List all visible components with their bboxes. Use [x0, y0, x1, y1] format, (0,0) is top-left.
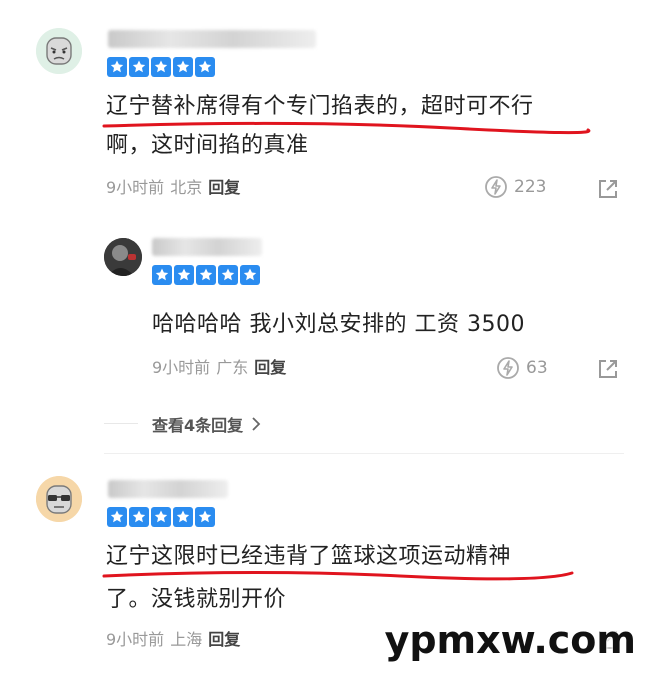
- location: 上海: [170, 630, 203, 649]
- section-divider: [104, 453, 624, 454]
- share-arrow-icon[interactable]: [596, 357, 620, 381]
- comment-text-line-2: 了。没钱就别开价: [106, 587, 287, 612]
- star-icon: [152, 265, 172, 285]
- username-blurred[interactable]: [152, 238, 262, 256]
- view-replies-button[interactable]: 查看4条回复: [152, 412, 263, 436]
- comment-meta: 9小时前 广东 回复: [152, 358, 286, 378]
- like-button[interactable]: 223: [484, 175, 546, 199]
- like-button[interactable]: 63: [496, 356, 548, 380]
- star-icon: [240, 265, 260, 285]
- comment-meta: 9小时前 上海 回复: [106, 630, 240, 650]
- location: 广东: [216, 358, 249, 377]
- rating-stars: [107, 57, 215, 77]
- star-icon: [129, 57, 149, 77]
- star-icon: [107, 507, 127, 527]
- username-blurred[interactable]: [108, 30, 316, 48]
- avatar[interactable]: [36, 476, 82, 522]
- chevron-right-icon: [252, 417, 261, 431]
- star-icon: [129, 507, 149, 527]
- grumpy-face-avatar-icon: [36, 28, 82, 74]
- timestamp: 9小时前: [106, 630, 165, 649]
- star-icon: [173, 57, 193, 77]
- timestamp: 9小时前: [152, 358, 211, 377]
- comment-text-line-1: 哈哈哈哈 我小刘总安排的 工资 3500: [152, 312, 525, 337]
- reply-button[interactable]: 回复: [254, 358, 286, 377]
- star-icon: [173, 507, 193, 527]
- star-icon: [195, 57, 215, 77]
- timestamp: 9小时前: [106, 178, 165, 197]
- like-count: 223: [514, 177, 547, 197]
- rating-stars: [152, 265, 260, 285]
- location: 北京: [170, 178, 203, 197]
- avatar[interactable]: [36, 28, 82, 74]
- view-replies-label: 查看4条回复: [152, 416, 244, 435]
- reply-divider-line: [104, 423, 138, 424]
- lightning-like-icon: [485, 176, 507, 198]
- avatar[interactable]: [104, 238, 142, 276]
- star-icon: [218, 265, 238, 285]
- star-icon: [174, 265, 194, 285]
- rating-stars: [107, 507, 215, 527]
- star-icon: [151, 57, 171, 77]
- comment-text-line-2: 啊，这时间掐的真准: [106, 133, 309, 158]
- comment-meta: 9小时前 北京 回复: [106, 178, 240, 198]
- share-arrow-icon[interactable]: [596, 177, 620, 201]
- star-icon: [107, 57, 127, 77]
- star-icon: [195, 507, 215, 527]
- lightning-like-icon: [497, 357, 519, 379]
- reply-button[interactable]: 回复: [208, 178, 240, 197]
- username-blurred[interactable]: [108, 480, 228, 498]
- site-watermark: ypmxw.com: [384, 618, 636, 662]
- like-count: 63: [526, 358, 548, 378]
- star-icon: [151, 507, 171, 527]
- person-photo-avatar-icon: [104, 238, 142, 276]
- sunglasses-face-avatar-icon: [36, 476, 82, 522]
- reply-button[interactable]: 回复: [208, 630, 240, 649]
- star-icon: [196, 265, 216, 285]
